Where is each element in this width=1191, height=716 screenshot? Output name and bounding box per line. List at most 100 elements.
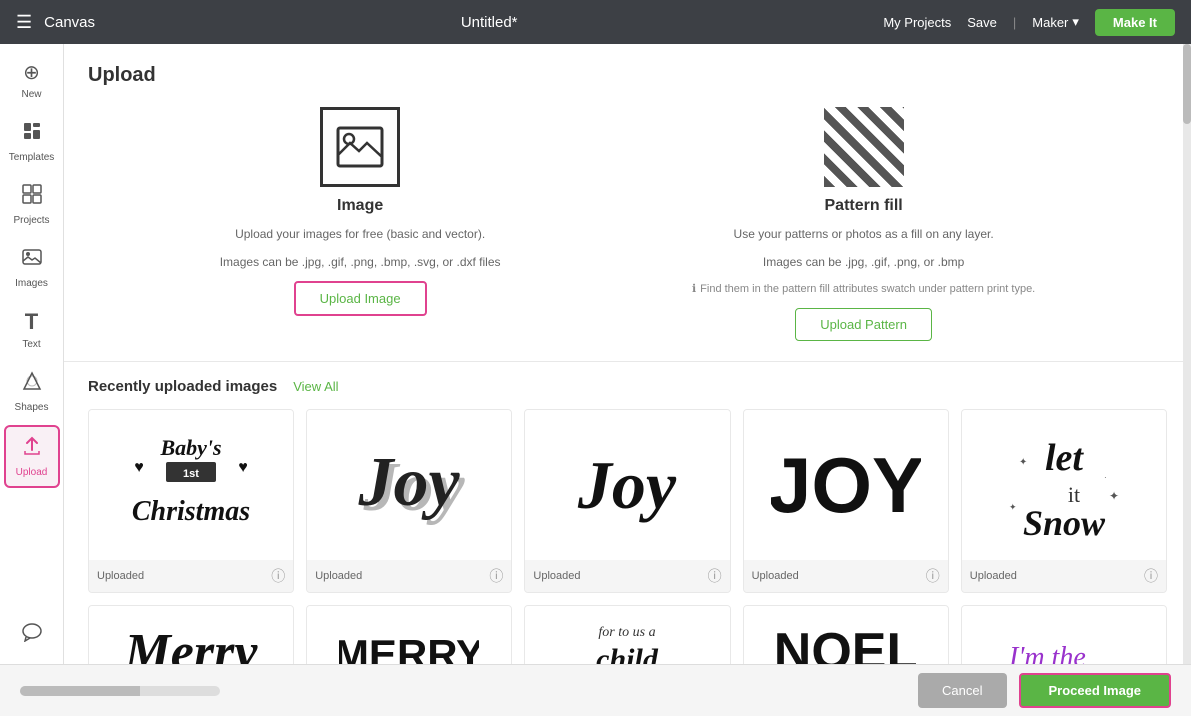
image-card-footer-3: Uploaded ⓘ [525, 560, 729, 592]
svg-text:·: · [1104, 473, 1107, 482]
upload-image-option: Image Upload your images for free (basic… [220, 107, 501, 341]
image-card-5[interactable]: let it Snow ✦ · ✦ ✦ Uploaded ⓘ [961, 409, 1167, 593]
chevron-down-icon: ▾ [1072, 14, 1079, 30]
pattern-option-desc1: Use your patterns or photos as a fill on… [734, 225, 994, 243]
svg-text:child: child [597, 643, 660, 665]
topbar-right: My Projects Save | Maker ▾ Make It [883, 9, 1175, 36]
svg-text:✦: ✦ [1019, 457, 1027, 468]
pattern-option-desc2: Images can be .jpg, .gif, .png, or .bmp [763, 253, 964, 271]
sidebar-item-projects-label: Projects [13, 215, 49, 226]
image-card-preview-7: MERRY [307, 606, 511, 665]
image-card-footer-2: Uploaded ⓘ [307, 560, 511, 592]
chat-icon[interactable] [17, 612, 47, 656]
svg-text:♥: ♥ [238, 459, 248, 476]
hamburger-icon[interactable]: ☰ [16, 12, 32, 33]
image-card-preview-3: Joy [525, 410, 729, 560]
my-projects-link[interactable]: My Projects [883, 15, 951, 30]
proceed-button[interactable]: Proceed Image [1019, 673, 1172, 708]
sidebar-item-text-label: Text [22, 339, 40, 350]
app-name: Canvas [44, 14, 95, 31]
sidebar-item-shapes-label: Shapes [15, 402, 49, 413]
upload-image-button[interactable]: Upload Image [294, 281, 427, 316]
pattern-option-title: Pattern fill [825, 197, 903, 215]
svg-text:Snow: Snow [1023, 503, 1106, 543]
upload-panel: Upload Image Upload your images for free… [64, 44, 1191, 664]
image-card-preview-6: Merry [89, 606, 293, 665]
sidebar-item-shapes[interactable]: Shapes [4, 362, 60, 421]
svg-text:✦: ✦ [1009, 502, 1017, 512]
new-icon: ⊕ [23, 60, 40, 85]
topbar-divider: | [1013, 15, 1016, 30]
sidebar-item-images[interactable]: Images [4, 238, 60, 297]
image-card-6[interactable]: Merry [88, 605, 294, 665]
svg-text:Joy: Joy [358, 444, 461, 521]
images-grid-row1: Baby's 1st ♥ ♥ Christmas Uploaded ⓘ [88, 409, 1167, 593]
image-card-1[interactable]: Baby's 1st ♥ ♥ Christmas Uploaded ⓘ [88, 409, 294, 593]
image-card-preview-10: I'm the [962, 606, 1166, 665]
upload-pattern-button[interactable]: Upload Pattern [795, 308, 932, 341]
cancel-button[interactable]: Cancel [918, 673, 1006, 708]
svg-text:Merry: Merry [124, 624, 259, 665]
image-card-7[interactable]: MERRY [306, 605, 512, 665]
sidebar-item-new-label: New [21, 89, 41, 100]
topbar-title: Untitled* [461, 14, 518, 31]
svg-text:let: let [1045, 437, 1084, 479]
pattern-option-icon [824, 107, 904, 187]
image-card-preview-5: let it Snow ✦ · ✦ ✦ [962, 410, 1166, 560]
image-status-1: Uploaded [97, 570, 144, 582]
sidebar-item-templates-label: Templates [9, 152, 55, 163]
maker-button[interactable]: Maker ▾ [1032, 14, 1079, 30]
image-option-desc1: Upload your images for free (basic and v… [235, 225, 485, 243]
info-circle-icon: ℹ [692, 281, 696, 298]
image-card-9[interactable]: NOEL [743, 605, 949, 665]
sidebar-item-new[interactable]: ⊕ New [4, 52, 60, 108]
image-card-10[interactable]: I'm the [961, 605, 1167, 665]
sidebar-item-upload[interactable]: Upload [4, 425, 60, 488]
scrollbar-thumb[interactable] [1183, 44, 1191, 124]
sidebar-item-templates[interactable]: Templates [4, 112, 60, 171]
image-card-preview-2: Joy Joy [307, 410, 511, 560]
svg-text:♥: ♥ [134, 459, 144, 476]
svg-text:Baby's: Baby's [160, 435, 222, 460]
upload-icon [21, 435, 43, 463]
upload-pattern-option: Pattern fill Use your patterns or photos… [692, 107, 1035, 341]
pattern-option-info: ℹ Find them in the pattern fill attribut… [692, 281, 1035, 298]
image-card-4[interactable]: JOY Uploaded ⓘ [743, 409, 949, 593]
upload-title: Upload [88, 64, 1167, 87]
sidebar-item-projects[interactable]: Projects [4, 175, 60, 234]
svg-text:JOY: JOY [771, 441, 921, 529]
image-info-icon-3[interactable]: ⓘ [708, 566, 722, 586]
image-status-2: Uploaded [315, 570, 362, 582]
footer-bar: Cancel Proceed Image [0, 664, 1191, 716]
topbar-left: ☰ Canvas [16, 12, 95, 33]
image-info-icon-4[interactable]: ⓘ [926, 566, 940, 586]
recently-uploaded-section: Recently uploaded images View All Baby's… [64, 362, 1191, 665]
svg-text:Joy: Joy [577, 447, 677, 523]
svg-text:✦: ✦ [1109, 489, 1119, 503]
make-it-button[interactable]: Make It [1095, 9, 1175, 36]
image-card-2[interactable]: Joy Joy Uploaded ⓘ [306, 409, 512, 593]
view-all-link[interactable]: View All [293, 379, 338, 394]
images-icon [21, 246, 43, 274]
save-button[interactable]: Save [967, 15, 997, 30]
svg-text:Christmas: Christmas [132, 496, 250, 527]
svg-text:1st: 1st [183, 468, 199, 480]
images-grid-row2: Merry MERRY for to us a ch [88, 605, 1167, 665]
image-option-title: Image [337, 197, 383, 215]
sidebar-item-text[interactable]: T Text [4, 301, 60, 358]
image-card-3[interactable]: Joy Uploaded ⓘ [524, 409, 730, 593]
image-card-8[interactable]: for to us a child [524, 605, 730, 665]
recently-uploaded-title: Recently uploaded images [88, 378, 277, 395]
image-status-3: Uploaded [533, 570, 580, 582]
image-info-icon-5[interactable]: ⓘ [1144, 566, 1158, 586]
image-info-icon-1[interactable]: ⓘ [271, 566, 285, 586]
upload-options: Image Upload your images for free (basic… [64, 87, 1191, 362]
footer-progress-fill [20, 686, 140, 696]
image-card-preview-8: for to us a child [525, 606, 729, 665]
svg-text:NOEL: NOEL [776, 623, 916, 665]
image-info-icon-2[interactable]: ⓘ [489, 566, 503, 586]
topbar: ☰ Canvas Untitled* My Projects Save | Ma… [0, 0, 1191, 44]
footer-progress-bar [20, 686, 220, 696]
sidebar: ⊕ New Templates [0, 44, 64, 664]
sidebar-item-images-label: Images [15, 278, 48, 289]
